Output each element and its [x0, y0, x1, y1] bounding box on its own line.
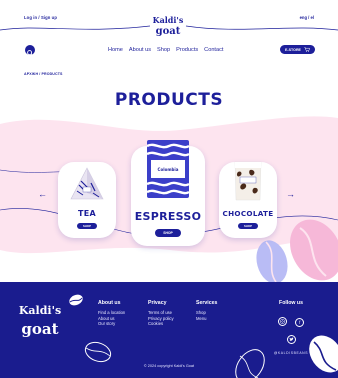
- product-name-tea: TEA: [77, 209, 96, 218]
- breadcrumb-home[interactable]: ΑΡΧΙΚΗ: [24, 72, 38, 76]
- product-name-chocolate: CHOCOLATE: [222, 209, 274, 218]
- footer-privacy-title: Privacy: [148, 300, 167, 306]
- chocolate-bag-image: [234, 161, 262, 201]
- nav-link-contact[interactable]: Contact: [204, 47, 223, 53]
- footer-col-about: About us Find a location About us Our st…: [98, 300, 125, 327]
- footer-col-privacy: Privacy Terms of use Privacy policy Cook…: [148, 300, 174, 327]
- breadcrumb-separator: /: [39, 72, 41, 76]
- footer-col-services: Services Shop Menu: [196, 300, 217, 321]
- footer-social-handle: @KALDISBEANS: [273, 351, 309, 355]
- footer-logo-word-2: goat: [21, 320, 58, 338]
- footer-link-menu[interactable]: Menu: [196, 316, 217, 322]
- language-switch[interactable]: eng / el: [300, 15, 314, 20]
- footer: Kaldi's goat About us Find a location Ab…: [0, 282, 338, 378]
- page-title: PRODUCTS: [114, 90, 224, 110]
- login-signup-link[interactable]: Log in / Sign up: [24, 15, 57, 20]
- e-store-label: E-STORE: [285, 47, 301, 52]
- product-card-espresso[interactable]: Colombia ESPRESSO SHOP: [131, 140, 205, 246]
- espresso-bag-image: Colombia: [146, 140, 190, 198]
- search-button[interactable]: [25, 45, 35, 56]
- cart-icon: [304, 47, 310, 52]
- twitter-icon[interactable]: [286, 335, 296, 344]
- footer-bean-middle: [235, 349, 265, 378]
- espresso-package-label: Colombia: [158, 167, 179, 172]
- footer-about-title: About us: [98, 300, 121, 306]
- footer-link-terms[interactable]: Terms of use: [148, 310, 174, 316]
- breadcrumb-current: PRODUCTS: [41, 72, 63, 76]
- product-card-chocolate[interactable]: CHOCOLATE SHOP: [219, 161, 277, 238]
- footer-bean-top: [69, 294, 83, 306]
- logo-word-1: Kaldi's: [153, 15, 183, 25]
- footer-logo-word-1: Kaldi's: [19, 304, 61, 317]
- brand-logo[interactable]: Kaldi's goat: [153, 10, 184, 40]
- footer-bean-left: [84, 341, 112, 363]
- logo-word-2: goat: [156, 26, 181, 37]
- footer-link-cookies[interactable]: Cookies: [148, 321, 174, 327]
- shop-button-chocolate[interactable]: SHOP: [238, 223, 258, 229]
- top-bar: Log in / Sign up eng / el Kaldi's goat: [0, 0, 338, 40]
- shop-button-espresso[interactable]: SHOP: [155, 229, 181, 237]
- search-icon: [27, 50, 33, 56]
- footer-copyright: © 2024 copyright Kaldi's Goat: [143, 364, 195, 368]
- instagram-icon[interactable]: [277, 317, 287, 326]
- shop-button-tea[interactable]: SHOP: [77, 223, 97, 229]
- footer-services-title: Services: [196, 300, 218, 306]
- footer-link-find-location[interactable]: Find a location: [98, 310, 125, 316]
- facebook-icon[interactable]: f: [295, 318, 305, 327]
- product-card-tea[interactable]: TEA SHOP: [58, 162, 116, 238]
- nav-link-home[interactable]: Home: [108, 47, 123, 53]
- nav-links: Home About us Shop Products Contact: [108, 47, 223, 53]
- nav-link-shop[interactable]: Shop: [157, 47, 170, 53]
- footer-logo: Kaldi's goat: [19, 304, 61, 338]
- logo-mark: Kaldi's goat: [153, 15, 184, 37]
- carousel-next-arrow[interactable]: →: [286, 190, 295, 199]
- footer-follow: Follow us f @KALDISBEANS: [268, 300, 314, 355]
- main-nav: Home About us Shop Products Contact E-ST…: [0, 42, 338, 58]
- footer-follow-title: Follow us: [279, 300, 303, 306]
- nav-link-products[interactable]: Products: [176, 47, 198, 53]
- breadcrumb: ΑΡΧΙΚΗ / PRODUCTS: [24, 72, 62, 76]
- product-name-espresso: ESPRESSO: [134, 210, 202, 223]
- e-store-button[interactable]: E-STORE: [280, 45, 315, 54]
- tea-pyramid-image: [70, 167, 104, 200]
- footer-link-our-story[interactable]: Our story: [98, 321, 125, 327]
- nav-link-about[interactable]: About us: [129, 47, 151, 53]
- carousel-prev-arrow[interactable]: ←: [38, 190, 47, 199]
